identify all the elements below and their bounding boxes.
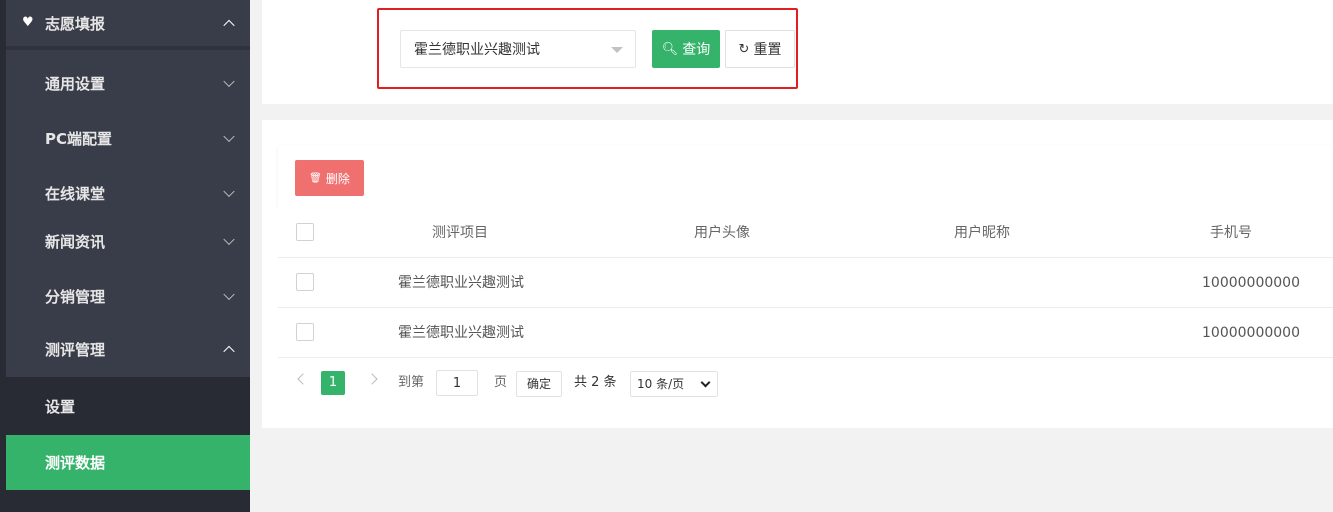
refresh-icon: ↻ (738, 41, 750, 57)
page-label: 页 (494, 375, 508, 390)
search-icon: 🔍︎ (661, 41, 679, 57)
chevron-down-icon (700, 377, 711, 388)
dropdown-arrow-icon (611, 47, 623, 53)
current-page[interactable]: 1 (321, 371, 345, 395)
content-bottom (262, 428, 1333, 512)
row-checkbox[interactable] (296, 323, 314, 341)
heart-icon: ♥ (22, 15, 34, 30)
sidebar-item-label: PC端配置 (45, 129, 113, 148)
section-gap (262, 104, 1333, 120)
total-count: 共 2 条 (574, 375, 617, 390)
sidebar-subitem-assessment-data[interactable]: 测评数据 (6, 435, 250, 490)
query-button[interactable]: 🔍︎ 查询 (652, 30, 720, 68)
reset-button[interactable]: ↻ 重置 (725, 30, 795, 68)
chevron-down-icon (223, 130, 235, 143)
sidebar-item-volunteer[interactable]: ♥ 志愿填报 (6, 0, 250, 46)
delete-label: 删除 (325, 171, 350, 186)
chevron-up-icon (223, 345, 235, 358)
sidebar-item-label: 分销管理 (45, 287, 106, 306)
page-size-value: 10 条/页 (637, 377, 685, 391)
chevron-down-icon (223, 185, 235, 198)
header-project[interactable]: 测评项目 (432, 208, 488, 258)
goto-label: 到第 (398, 375, 425, 390)
trash-icon: 🗑︎ (309, 172, 322, 184)
sidebar-item-label: 新闻资讯 (45, 232, 106, 251)
prev-page-icon[interactable] (297, 373, 309, 385)
sidebar-item-assessment[interactable]: 测评管理 (6, 321, 250, 377)
sidebar-subitem-settings[interactable]: 设置 (6, 377, 250, 435)
chevron-up-icon (223, 19, 235, 32)
goto-page-input[interactable] (436, 370, 478, 396)
chevron-down-icon (223, 75, 235, 88)
table-row[interactable]: 霍兰德职业兴趣测试 10000000000 (278, 308, 1333, 358)
sidebar-item-label: 通用设置 (45, 74, 106, 93)
sidebar-subitem-filler (6, 490, 250, 512)
chevron-down-icon (223, 288, 235, 301)
sidebar-item-news[interactable]: 新闻资讯 (6, 213, 250, 269)
delete-button[interactable]: 🗑︎ 删除 (295, 160, 364, 196)
select-value: 霍兰德职业兴趣测试 (414, 42, 540, 58)
next-page-icon[interactable] (366, 373, 378, 385)
sidebar-item-pc-config[interactable]: PC端配置 (6, 110, 250, 166)
sidebar-item-label: 测评管理 (45, 340, 106, 359)
query-label: 查询 (682, 42, 711, 58)
sidebar-separator (6, 46, 250, 50)
select-all-checkbox[interactable] (296, 223, 314, 241)
page-size-select[interactable]: 10 条/页 (630, 371, 718, 397)
sidebar-item-distribution[interactable]: 分销管理 (6, 268, 250, 324)
reset-label: 重置 (753, 42, 782, 58)
sidebar-item-label: 测评数据 (45, 454, 106, 472)
table-row[interactable]: 霍兰德职业兴趣测试 10000000000 (278, 258, 1333, 308)
cell-phone: 10000000000 (1202, 275, 1300, 291)
cell-phone: 10000000000 (1202, 325, 1300, 341)
header-phone[interactable]: 手机号 (1210, 208, 1252, 258)
row-checkbox[interactable] (296, 273, 314, 291)
sidebar-item-label: 在线课堂 (45, 184, 106, 203)
cell-project: 霍兰德职业兴趣测试 (398, 325, 524, 341)
table-header-row: 测评项目 用户头像 用户昵称 手机号 (278, 208, 1333, 258)
goto-confirm-button[interactable]: 确定 (516, 371, 562, 397)
chevron-down-icon (223, 233, 235, 246)
assessment-select[interactable]: 霍兰德职业兴趣测试 (400, 30, 636, 68)
table-toolbar (278, 146, 1333, 208)
sidebar-item-label: 志愿填报 (45, 14, 106, 33)
pagination: 1 到第 页 确定 共 2 条 10 条/页 (278, 362, 978, 406)
cell-project: 霍兰德职业兴趣测试 (398, 275, 524, 291)
sidebar-item-general-settings[interactable]: 通用设置 (6, 55, 250, 111)
header-avatar[interactable]: 用户头像 (694, 208, 750, 258)
header-nickname[interactable]: 用户昵称 (954, 208, 1010, 258)
sidebar-item-label: 设置 (45, 397, 76, 416)
